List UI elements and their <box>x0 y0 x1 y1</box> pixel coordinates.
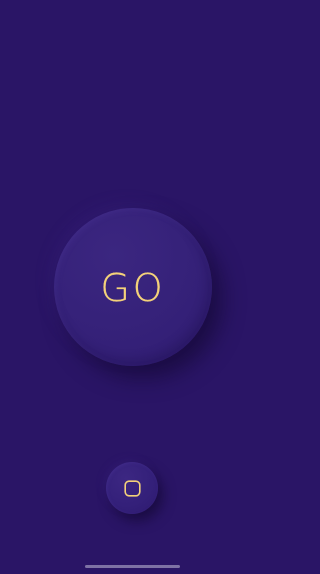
rounded-square-icon <box>123 479 141 497</box>
go-button[interactable]: GO <box>54 208 212 366</box>
stop-button[interactable] <box>106 462 158 514</box>
home-indicator[interactable] <box>85 565 180 568</box>
go-button-label: GO <box>100 266 166 310</box>
app-screen: GO <box>0 0 265 574</box>
